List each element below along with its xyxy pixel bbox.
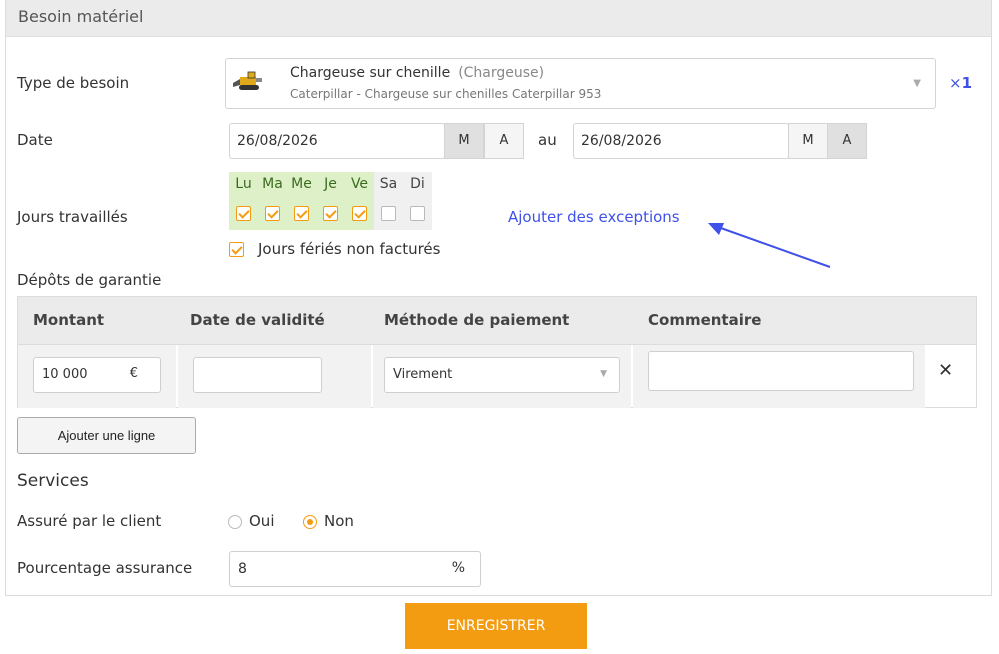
- day-label: Me: [291, 176, 312, 192]
- chevron-down-icon: ▼: [600, 369, 607, 379]
- day-label: Di: [410, 176, 425, 192]
- holidays-checkbox[interactable]: [229, 242, 244, 257]
- insurance-percent-input[interactable]: 8 %: [229, 551, 481, 587]
- amount-cell: 10 000 €: [18, 345, 176, 408]
- chevron-down-icon: ▼: [913, 78, 921, 89]
- day-thursday[interactable]: Je: [316, 172, 345, 230]
- col-validity: Date de validité: [190, 311, 325, 329]
- day-label: Lu: [235, 176, 252, 192]
- col-amount: Montant: [33, 311, 105, 329]
- start-m-button[interactable]: M: [444, 123, 484, 159]
- day-checkbox[interactable]: [323, 206, 338, 221]
- start-a-button[interactable]: A: [484, 123, 524, 159]
- wheel-loader-icon: [232, 69, 266, 93]
- payment-method-value: Virement: [393, 367, 453, 382]
- day-friday[interactable]: Ve: [345, 172, 374, 230]
- insurance-percent-label: Pourcentage assurance: [17, 559, 193, 577]
- day-checkbox[interactable]: [236, 206, 251, 221]
- need-type-label: Type de besoin: [17, 74, 130, 92]
- end-date-input[interactable]: 26/08/2026: [573, 123, 789, 159]
- day-monday[interactable]: Lu: [229, 172, 258, 230]
- end-a-button[interactable]: A: [827, 123, 867, 159]
- col-method: Méthode de paiement: [384, 311, 570, 329]
- arrow-annotation-icon: [708, 223, 831, 268]
- insured-yes-label: Oui: [249, 512, 275, 530]
- quantity-control[interactable]: ×1: [949, 74, 972, 92]
- percent-unit: %: [451, 560, 465, 576]
- end-m-button[interactable]: M: [788, 123, 828, 159]
- quantity-prefix: ×: [949, 74, 962, 92]
- need-type-category: (Chargeuse): [458, 65, 545, 81]
- day-checkbox[interactable]: [410, 206, 425, 221]
- comment-cell: [633, 345, 925, 408]
- day-checkbox[interactable]: [294, 206, 309, 221]
- deposits-table: Montant Date de validité Méthode de paie…: [17, 296, 977, 408]
- day-wednesday[interactable]: Me: [287, 172, 316, 230]
- need-type-title: Chargeuse sur chenille: [290, 65, 451, 81]
- validity-cell: [178, 345, 371, 408]
- services-title: Services: [17, 471, 89, 491]
- date-separator: au: [538, 131, 557, 149]
- date-label: Date: [17, 131, 53, 149]
- day-checkbox[interactable]: [265, 206, 280, 221]
- need-type-selected: Chargeuse sur chenille (Chargeuse): [290, 65, 544, 81]
- panel-title: Besoin matériel: [6, 0, 991, 37]
- save-button[interactable]: ENREGISTRER: [405, 603, 587, 649]
- insured-label: Assuré par le client: [17, 512, 162, 530]
- validity-date-input[interactable]: [193, 357, 322, 393]
- holidays-label: Jours fériés non facturés: [258, 240, 441, 258]
- add-row-button[interactable]: Ajouter une ligne: [17, 417, 196, 454]
- comment-textarea[interactable]: [648, 351, 914, 391]
- method-cell: Virement ▼: [373, 345, 631, 408]
- insured-no-label: Non: [324, 512, 354, 530]
- day-checkbox[interactable]: [381, 206, 396, 221]
- day-label: Sa: [379, 176, 398, 192]
- day-label: Ve: [350, 176, 369, 192]
- need-type-subtitle: Caterpillar - Chargeuse sur chenilles Ca…: [290, 87, 602, 101]
- start-date-input[interactable]: 26/08/2026: [229, 123, 445, 159]
- quantity-value: 1: [961, 74, 973, 92]
- insured-yes-radio[interactable]: [228, 515, 242, 529]
- deposits-title: Dépôts de garantie: [17, 271, 162, 289]
- day-saturday[interactable]: Sa: [374, 172, 403, 230]
- insured-no-radio[interactable]: [303, 515, 317, 529]
- insurance-percent-value: 8: [238, 561, 247, 577]
- amount-value: 10 000: [42, 367, 88, 382]
- add-exceptions-link[interactable]: Ajouter des exceptions: [508, 208, 680, 226]
- day-sunday[interactable]: Di: [403, 172, 432, 230]
- amount-input[interactable]: 10 000 €: [33, 357, 161, 393]
- currency-symbol: €: [129, 366, 138, 381]
- day-label: Ma: [262, 176, 283, 192]
- delete-row-icon[interactable]: ✕: [938, 360, 953, 381]
- day-checkbox[interactable]: [352, 206, 367, 221]
- payment-method-select[interactable]: Virement ▼: [384, 357, 620, 393]
- work-days-label: Jours travaillés: [17, 208, 128, 226]
- deposits-table-header: Montant Date de validité Méthode de paie…: [18, 297, 976, 345]
- col-comment: Commentaire: [648, 311, 762, 329]
- day-tuesday[interactable]: Ma: [258, 172, 287, 230]
- day-label: Je: [324, 176, 337, 192]
- need-type-select[interactable]: Chargeuse sur chenille (Chargeuse) Caterp…: [225, 58, 936, 109]
